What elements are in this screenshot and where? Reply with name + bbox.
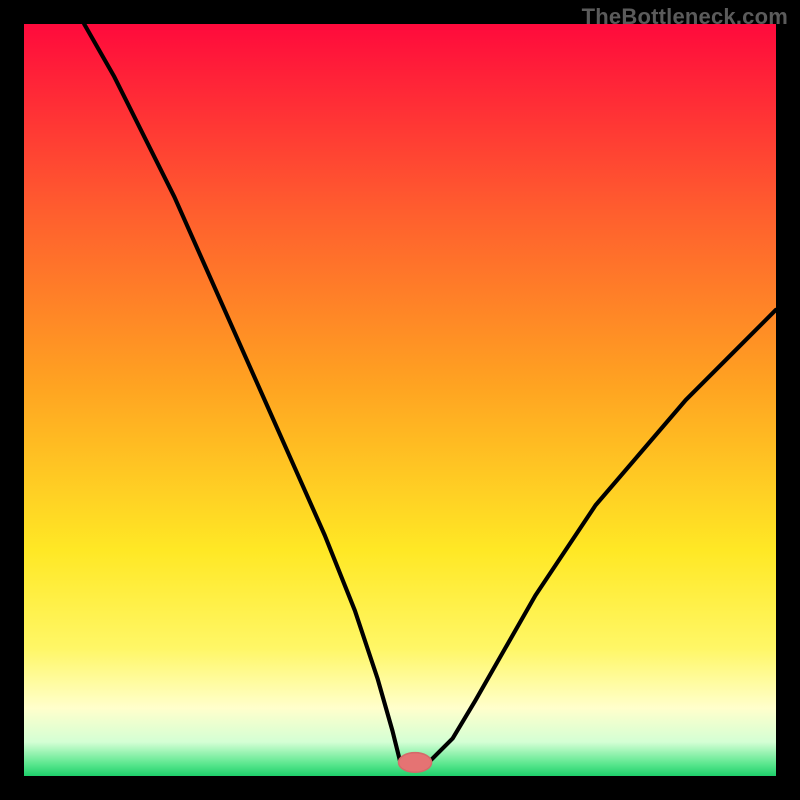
watermark-text: TheBottleneck.com bbox=[582, 4, 788, 30]
optimum-marker bbox=[398, 753, 431, 773]
chart-frame: TheBottleneck.com bbox=[0, 0, 800, 800]
gradient-background bbox=[24, 24, 776, 776]
bottleneck-plot bbox=[24, 24, 776, 776]
